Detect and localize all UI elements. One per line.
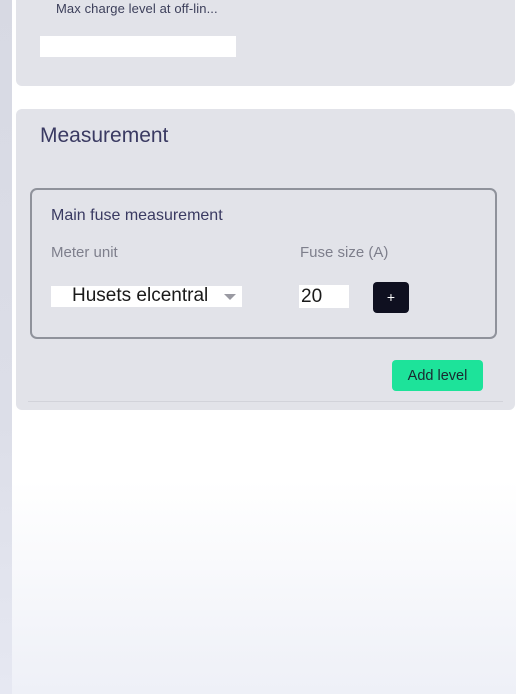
add-fuse-button[interactable]: + (373, 282, 409, 313)
main-fuse-panel: Main fuse measurement Meter unit Fuse si… (30, 188, 497, 339)
fuse-size-label: Fuse size (A) (300, 244, 389, 261)
measurement-title: Measurement (40, 124, 169, 147)
max-charge-label: Max charge level at off-lin... (56, 1, 218, 16)
fuse-size-input[interactable] (299, 285, 349, 308)
meter-unit-select[interactable]: Husets elcentral (51, 285, 242, 307)
max-charge-input[interactable] (40, 36, 236, 57)
divider (28, 401, 503, 402)
meter-unit-selected-value: Husets elcentral (72, 285, 209, 306)
chevron-down-icon (224, 294, 236, 300)
add-level-button[interactable]: Add level (392, 360, 483, 391)
main-fuse-title: Main fuse measurement (51, 207, 223, 224)
meter-unit-label: Meter unit (51, 244, 118, 261)
left-rail (0, 0, 12, 694)
measurement-card: Measurement Main fuse measurement Meter … (16, 109, 515, 410)
